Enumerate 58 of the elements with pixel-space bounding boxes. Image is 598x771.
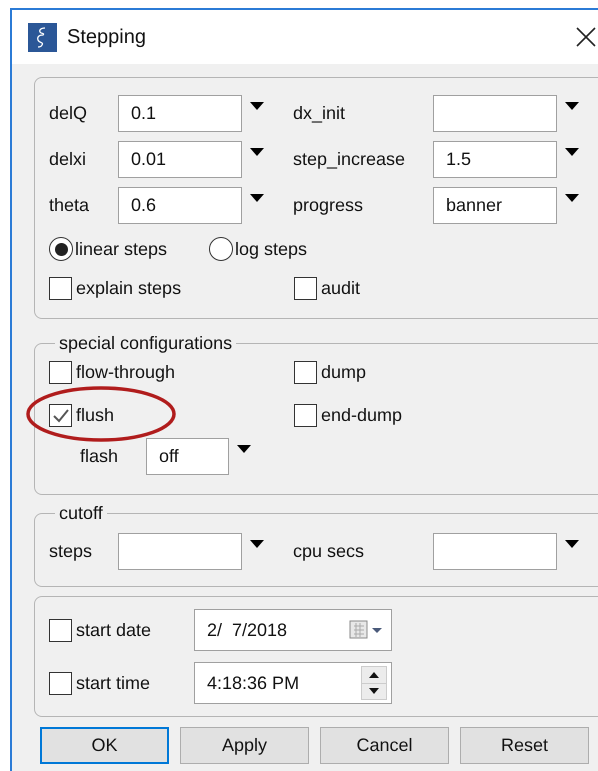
- close-icon[interactable]: [576, 27, 596, 47]
- checkbox-option[interactable]: end-dump: [294, 402, 402, 429]
- checkbox[interactable]: [294, 361, 317, 384]
- checkbox-option[interactable]: explain steps: [49, 275, 182, 302]
- combo-field[interactable]: [433, 95, 557, 132]
- checkbox-option[interactable]: dump: [294, 359, 366, 386]
- dropdown-caret-icon[interactable]: [250, 102, 264, 110]
- field-label: steps: [49, 540, 94, 563]
- radio-button[interactable]: [209, 237, 233, 261]
- window-title: Stepping: [67, 25, 146, 50]
- dropdown-caret-icon[interactable]: [565, 148, 579, 156]
- checkbox-option[interactable]: audit: [294, 275, 360, 302]
- dialog-button[interactable]: Cancel: [320, 727, 449, 764]
- radio-button[interactable]: [49, 237, 73, 261]
- combo-field[interactable]: off: [146, 438, 229, 475]
- radio-option[interactable]: linear steps: [49, 236, 209, 262]
- dropdown-caret-icon[interactable]: [565, 194, 579, 202]
- checkbox[interactable]: [49, 618, 72, 642]
- combo-field[interactable]: 1.5: [433, 141, 557, 178]
- field-label: theta: [49, 194, 90, 217]
- combo-field[interactable]: 0.01: [118, 141, 242, 178]
- field-label: flash: [80, 445, 120, 468]
- checkbox[interactable]: [294, 404, 317, 427]
- checkbox-option[interactable]: start date: [49, 616, 152, 644]
- spinner-buttons[interactable]: [361, 666, 387, 700]
- combo-field[interactable]: 0.1: [118, 95, 242, 132]
- dialog-button[interactable]: Apply: [180, 727, 309, 764]
- dialog-button[interactable]: Reset: [460, 727, 589, 764]
- checkbox-option[interactable]: flow-through: [49, 359, 176, 386]
- checkbox[interactable]: [294, 277, 317, 300]
- field-label: cpu secs: [293, 540, 366, 563]
- field-label: progress: [293, 194, 364, 217]
- field-label: step_increase: [293, 148, 406, 171]
- app-icon: [28, 22, 57, 52]
- dropdown-caret-icon[interactable]: [250, 194, 264, 202]
- group-title: special configurations: [58, 333, 234, 353]
- field-label: delxi: [49, 148, 88, 171]
- checkbox[interactable]: [49, 672, 72, 694]
- combo-field[interactable]: banner: [433, 187, 557, 224]
- dropdown-caret-icon[interactable]: [565, 540, 579, 548]
- checkbox[interactable]: [49, 361, 72, 384]
- combo-field[interactable]: 0.6: [118, 187, 242, 224]
- group-title: cutoff: [58, 503, 104, 523]
- checkbox-option[interactable]: start time: [49, 670, 150, 696]
- radio-option[interactable]: log steps: [209, 236, 308, 262]
- field-label: dx_init: [293, 102, 346, 125]
- dropdown-caret-icon[interactable]: [565, 102, 579, 110]
- combo-field[interactable]: [433, 533, 557, 570]
- dropdown-caret-icon[interactable]: [250, 148, 264, 156]
- time-spinner-field[interactable]: 4:18:36 PM: [194, 662, 392, 704]
- dialog-button[interactable]: OK: [40, 727, 169, 764]
- date-picker-field[interactable]: 2/ 7/2018: [194, 609, 392, 651]
- checkbox[interactable]: [49, 277, 72, 300]
- checkbox[interactable]: [49, 404, 72, 427]
- dropdown-caret-icon[interactable]: [237, 445, 251, 453]
- combo-field[interactable]: [118, 533, 242, 570]
- field-label: delQ: [49, 102, 88, 125]
- dropdown-caret-icon[interactable]: [250, 540, 264, 548]
